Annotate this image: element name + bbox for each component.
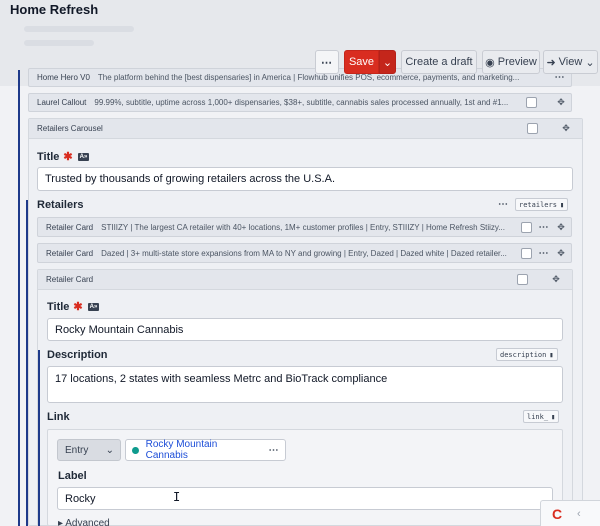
block-label: Retailer Card [46,222,94,232]
block-summary: STIIIZY | The largest CA retailer with 4… [101,222,506,232]
api-key-text: retailers [519,200,557,209]
chevron-down-icon: ⌄ [105,444,114,456]
header-placeholder-line [24,40,94,46]
select-checkbox[interactable] [520,221,532,233]
block-header: Retailer Card ✥ [38,270,572,290]
nesting-bar [18,70,20,526]
more-icon[interactable]: ⋯ [539,222,550,233]
drag-handle-icon[interactable]: ✥ [560,123,572,134]
chevron-down-icon: ⌄ [585,56,595,69]
block-label: Laurel Callout [37,98,87,107]
block-header: Retailers Carousel ✥ [29,119,582,139]
save-options-button[interactable]: ⌄ [379,50,396,74]
save-button[interactable]: Save [344,50,379,74]
chevron-left-icon[interactable]: ‹ [577,508,581,520]
description-field-label: Description [47,349,108,361]
api-key-tag: description ▮ [496,348,558,361]
view-label: View [558,56,583,68]
block-summary: 99.99%, subtitle, uptime across 1,000+ d… [94,98,509,107]
more-actions-button[interactable]: ⋯ [315,50,339,74]
nesting-bar [26,200,28,526]
block-summary: Dazed | 3+ multi-state store expansions … [101,248,507,258]
label-field-label: Label [58,470,87,482]
api-key-tag: link_ ▮ [523,410,560,423]
api-key-text: description [500,350,547,359]
block-label: Home Hero V0 [37,73,90,82]
more-icon[interactable]: ⋯ [498,199,509,210]
multilang-icon: A» [87,302,100,311]
select-checkbox[interactable] [520,247,532,259]
api-key-text: link_ [527,412,549,421]
more-icon[interactable]: ⋯ [269,445,280,456]
advanced-label: Advanced [65,518,110,526]
lock-icon: ▮ [551,412,556,421]
lock-icon: ▮ [559,200,565,209]
select-checkbox[interactable] [527,123,538,134]
description-textarea[interactable]: 17 locations, 2 states with seamless Met… [47,366,563,403]
block-label: Retailer Card [46,248,94,258]
card-title-field-label: Title ✱ A» [47,300,100,313]
link-field-label: Link [47,411,70,423]
nesting-bar [38,350,40,526]
title-field-label: Title ✱ A» [37,150,90,163]
advanced-toggle[interactable]: ▸ Advanced [58,518,110,526]
entry-reference[interactable]: Rocky Mountain Cannabis ⋯ [125,439,286,461]
more-icon[interactable]: ⋯ [539,248,550,259]
field-label-text: Title [37,150,60,163]
assistant-widget[interactable]: C ‹ [540,500,600,526]
select-checkbox[interactable] [517,274,528,285]
field-label-text: Title [47,300,70,313]
link-type-select[interactable]: Entry ⌄ [57,439,121,461]
brand-logo-icon: C [551,505,563,522]
create-draft-button[interactable]: Create a draft [401,50,477,74]
card-title-input[interactable]: Rocky Mountain Cannabis [47,318,563,341]
retailer-card-dazed[interactable]: Retailer Card Dazed | 3+ multi-state sto… [37,243,572,263]
block-label: Retailers Carousel [37,124,103,133]
select-checkbox[interactable] [526,97,537,108]
lock-icon: ▮ [549,350,554,359]
block-laurel-callout[interactable]: Laurel Callout 99.99%, subtitle, uptime … [28,93,572,112]
block-summary: The platform behind the [best dispensari… [97,73,520,82]
retailers-field-label: Retailers [37,199,84,211]
carousel-title-input[interactable]: Trusted by thousands of growing retailer… [37,167,573,191]
chevron-down-icon: ⌄ [382,56,393,69]
entry-reference-title[interactable]: Rocky Mountain Cannabis [146,439,257,461]
drag-handle-icon[interactable]: ✥ [555,97,567,108]
view-button[interactable]: ➜ View ⌄ [543,50,598,74]
retailer-card-stiiizy[interactable]: Retailer Card STIIIZY | The largest CA r… [37,217,572,237]
header-placeholder-line [24,26,134,32]
multilang-icon: A» [77,152,90,161]
published-status-icon [132,446,139,454]
drag-handle-icon[interactable]: ✥ [555,222,567,233]
page-title: Home Refresh [10,2,99,17]
required-icon: ✱ [63,151,73,163]
eye-icon: ◉ [485,56,495,69]
preview-button[interactable]: ◉ Preview [482,50,540,74]
text-cursor-icon: I [173,490,181,504]
link-type-value: Entry [65,444,89,456]
preview-label: Preview [497,56,537,68]
link-label-input[interactable]: Rocky [57,487,553,510]
drag-handle-icon[interactable]: ✥ [550,274,562,285]
drag-handle-icon[interactable]: ✥ [555,248,567,259]
block-label: Retailer Card [46,275,94,284]
share-arrow-icon: ➜ [546,56,556,69]
required-icon: ✱ [73,301,83,313]
api-key-tag: retailers ▮ [515,198,569,211]
